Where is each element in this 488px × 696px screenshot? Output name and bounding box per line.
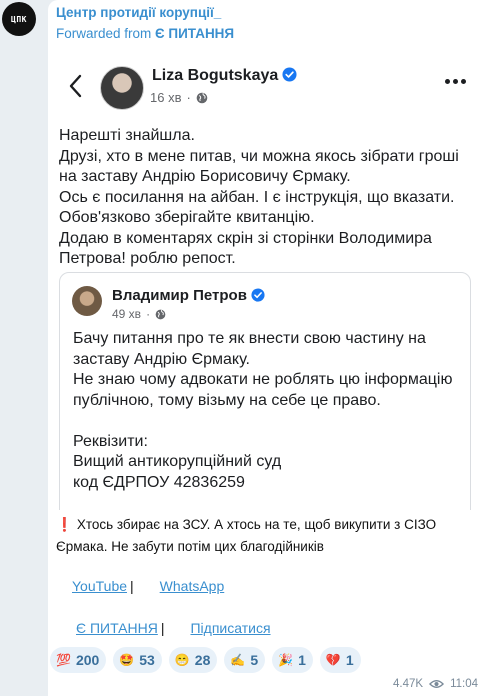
eye-icon xyxy=(429,680,445,688)
message-caption: ❗ Хтось збирає на ЗСУ. А хтось на те, щоб… xyxy=(56,514,476,558)
subscribe-link[interactable]: Підписатися xyxy=(190,620,270,636)
reaction-emoji-icon: 😁 xyxy=(174,653,190,667)
more-options-icon[interactable] xyxy=(445,79,466,84)
reaction-pill[interactable]: 💔 1 xyxy=(319,647,361,673)
post-text: Нарешті знайшла. Друзі, хто в мене питав… xyxy=(59,127,459,267)
youtube-link[interactable]: YouTube xyxy=(72,578,127,594)
author-avatar xyxy=(100,66,144,110)
forwarded-from[interactable]: Forwarded from Є ПИТАННЯ xyxy=(56,25,234,42)
message-time: 11:04 xyxy=(450,678,478,690)
whatsapp-link[interactable]: WhatsApp xyxy=(160,578,225,594)
forwarded-prefix: Forwarded from xyxy=(56,26,156,41)
link-separator: | xyxy=(160,620,165,636)
message-header: Центр протидії корупції_ Forwarded from … xyxy=(56,4,234,42)
message-bubble: Центр протидії корупції_ Forwarded from … xyxy=(48,0,488,696)
reaction-count: 1 xyxy=(345,652,354,668)
shared-post-text: Бачу питання про те як внести свою части… xyxy=(73,330,453,491)
link-separator: | xyxy=(130,578,134,594)
reactions-bar: 💯 200 🤩 53 😁 28 ✍ 5 🎉 1 💔 1 xyxy=(50,647,361,673)
reaction-emoji-icon: ✍ xyxy=(230,653,246,667)
source-channel-link[interactable]: Є ПИТАННЯ xyxy=(76,620,158,636)
post-time: 16 хв xyxy=(150,90,182,105)
reaction-pill[interactable]: 🎉 1 xyxy=(272,647,313,673)
reaction-count: 28 xyxy=(194,652,211,668)
facebook-screenshot[interactable]: Liza Bogutskaya 16 хв · Нарешті знайшла.… xyxy=(54,44,488,510)
reaction-pill[interactable]: 😁 28 xyxy=(168,647,218,673)
shared-author-name-text: Владимир Петров xyxy=(112,287,247,304)
shared-author-name: Владимир Петров xyxy=(112,287,265,304)
shared-author-avatar xyxy=(72,286,102,316)
shared-post: Владимир Петров 49 хв · Бачу питання про… xyxy=(59,272,471,510)
channel-name[interactable]: Центр протидії корупції_ xyxy=(56,4,234,21)
shared-post-meta: 49 хв · xyxy=(112,307,166,321)
author-name-text: Liza Bogutskaya xyxy=(152,67,279,84)
reaction-count: 200 xyxy=(75,652,100,668)
globe-icon xyxy=(196,92,208,103)
verified-icon xyxy=(251,288,265,302)
middle-dot: · xyxy=(146,307,151,321)
view-count: 4.47K xyxy=(393,678,424,690)
caption-text: Хтось збирає на ЗСУ. А хтось на те, щоб … xyxy=(56,517,437,554)
post-meta: 16 хв · xyxy=(150,90,208,105)
reaction-pill[interactable]: 💯 200 xyxy=(50,647,107,673)
shared-post-time: 49 хв xyxy=(112,307,142,321)
reaction-emoji-icon: 💯 xyxy=(56,653,71,667)
reaction-count: 1 xyxy=(298,652,306,668)
links-row-social: YouTube | WhatsApp xyxy=(72,578,224,594)
reaction-emoji-icon: 🎉 xyxy=(278,653,294,667)
forwarded-source[interactable]: Є ПИТАННЯ xyxy=(155,26,234,41)
reaction-count: 53 xyxy=(139,652,155,668)
reaction-pill[interactable]: ✍ 5 xyxy=(224,647,266,673)
channel-avatar[interactable]: ЦПК xyxy=(2,2,36,36)
reaction-emoji-icon: 🤩 xyxy=(119,653,135,667)
reaction-pill[interactable]: 🤩 53 xyxy=(113,647,162,673)
message-footer: 4.47K 11:04 xyxy=(393,678,478,690)
back-arrow-icon xyxy=(69,74,82,98)
author-name: Liza Bogutskaya xyxy=(152,67,297,85)
reaction-emoji-icon: 💔 xyxy=(325,653,341,667)
links-row-channel: Є ПИТАННЯ | Підписатися xyxy=(76,620,271,636)
globe-icon xyxy=(155,309,166,319)
reaction-count: 5 xyxy=(250,652,259,668)
middle-dot: · xyxy=(186,90,191,105)
exclamation-icon: ❗ xyxy=(56,517,73,532)
verified-icon xyxy=(282,67,297,82)
